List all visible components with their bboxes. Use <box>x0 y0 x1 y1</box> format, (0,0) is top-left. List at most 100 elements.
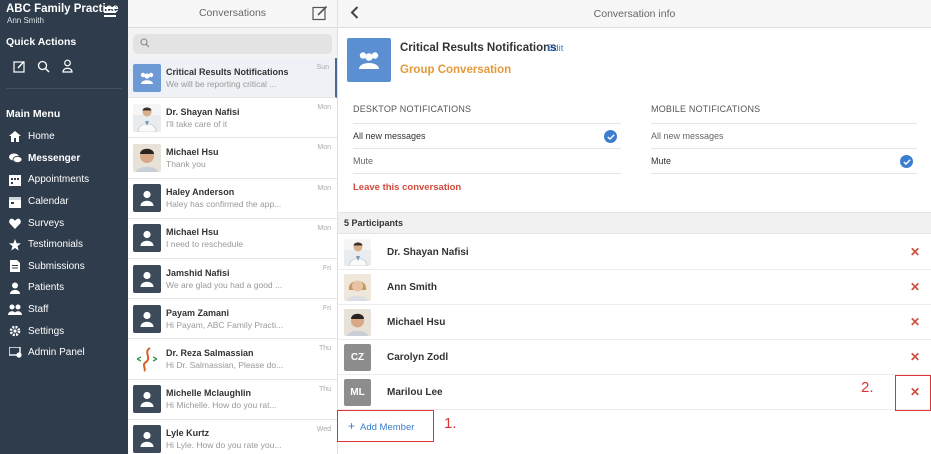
compose-icon[interactable] <box>312 5 328 21</box>
home-icon <box>8 130 22 144</box>
group-avatar <box>347 38 391 82</box>
option-label: All new messages <box>353 131 426 141</box>
menu-item-label: Patients <box>28 282 65 294</box>
conversations-header: Conversations <box>128 0 337 28</box>
avatar <box>133 103 161 132</box>
conversation-preview: Hi Lyle. How do you rate you... <box>166 440 282 451</box>
hamburger-menu-icon[interactable] <box>104 7 116 17</box>
remove-participant-icon[interactable]: ✕ <box>910 315 920 329</box>
staff-icon <box>8 303 22 317</box>
conversation-name: Michael Hsu <box>166 146 219 157</box>
menu-item-label: Surveys <box>28 217 65 229</box>
divider <box>6 88 122 89</box>
menu-item-staff[interactable]: Staff <box>0 299 128 321</box>
avatar <box>344 308 371 336</box>
search-icon[interactable] <box>33 55 53 77</box>
conversation-name: Critical Results Notifications <box>166 66 289 77</box>
participant-row: CZ Carolyn Zodl ✕ <box>338 340 931 375</box>
admin-icon <box>8 346 22 360</box>
conversation-item[interactable]: Michelle Mclaughlin Hi Michelle. How do … <box>128 379 337 420</box>
placeholder-avatar <box>133 385 161 414</box>
search-icon <box>140 38 150 51</box>
desktop-option-all-new[interactable]: All new messages <box>353 124 621 149</box>
leave-conversation-link[interactable]: Leave this conversation <box>353 182 621 193</box>
menu-item-calendar[interactable]: Calendar <box>0 191 128 213</box>
user-add-icon[interactable] <box>57 55 77 77</box>
chat-icon <box>8 151 22 165</box>
compose-icon[interactable] <box>9 55 29 77</box>
mobile-notifications-heading: MOBILE NOTIFICATIONS <box>651 104 917 124</box>
group-name: Critical Results Notifications <box>400 42 557 54</box>
initials-avatar: CZ <box>344 343 371 371</box>
remove-participant-icon[interactable]: ✕ <box>910 245 920 259</box>
mobile-option-all-new[interactable]: All new messages <box>651 124 917 149</box>
placeholder-avatar <box>133 264 161 293</box>
info-title: Conversation info <box>593 8 676 20</box>
menu-item-label: Calendar <box>28 196 69 208</box>
conversation-item[interactable]: Haley Anderson Haley has confirmed the a… <box>128 178 337 219</box>
initials-avatar: ML <box>344 378 371 406</box>
conversation-preview: I need to reschedule <box>166 239 244 250</box>
heart-icon <box>8 216 22 230</box>
option-label: All new messages <box>651 131 724 141</box>
annotation-box-add-member <box>337 410 434 442</box>
main-menu-title: Main Menu <box>6 108 61 120</box>
quick-actions-title: Quick Actions <box>6 36 77 48</box>
conversations-title: Conversations <box>198 7 267 19</box>
menu-item-admin-panel[interactable]: Admin Panel <box>0 342 128 364</box>
participant-name: Marilou Lee <box>387 386 443 398</box>
conversation-day: Sun <box>316 64 329 71</box>
conversation-day: Mon <box>317 144 331 152</box>
check-icon <box>604 130 617 143</box>
remove-participant-icon[interactable]: ✕ <box>910 280 920 294</box>
menu-item-settings[interactable]: Settings <box>0 320 128 342</box>
conversation-day: Wed <box>316 425 331 433</box>
desktop-notifications-heading: DESKTOP NOTIFICATIONS <box>353 104 621 124</box>
menu-item-home[interactable]: Home <box>0 126 128 148</box>
desktop-option-mute[interactable]: Mute <box>353 149 621 174</box>
menu-item-surveys[interactable]: Surveys <box>0 212 128 234</box>
conversation-item[interactable]: Dr. Reza Salmassian Hi Dr. Salmassian, P… <box>128 339 337 380</box>
conversation-item[interactable]: Payam Zamani Hi Payam, ABC Family Practi… <box>128 299 337 340</box>
document-icon <box>8 259 22 273</box>
conversation-name: Dr. Shayan Nafisi <box>166 106 240 117</box>
annotation-label-1: 1. <box>444 415 457 432</box>
conversation-name: Jamshid Nafisi <box>166 267 230 278</box>
conversation-preview: Thank you <box>166 158 206 169</box>
placeholder-avatar <box>133 425 161 454</box>
menu-item-testimonials[interactable]: Testimonials <box>0 234 128 256</box>
participant-name: Dr. Shayan Nafisi <box>387 246 469 258</box>
menu-item-submissions[interactable]: Submissions <box>0 256 128 278</box>
main-menu: Home Messenger Appointments Calendar Sur… <box>0 126 128 364</box>
conversation-item[interactable]: Michael Hsu Thank you Mon <box>128 138 337 179</box>
practice-name: ABC Family Practice <box>6 3 119 15</box>
remove-participant-icon[interactable]: ✕ <box>910 350 920 364</box>
conversation-item[interactable]: Michael Hsu I need to reschedule Mon <box>128 218 337 259</box>
conversation-item[interactable]: Critical Results Notifications We will b… <box>128 58 337 99</box>
conversation-preview: We will be reporting critical ... <box>166 78 277 89</box>
menu-item-patients[interactable]: Patients <box>0 277 128 299</box>
conversation-day: Thu <box>318 345 331 353</box>
placeholder-avatar <box>133 224 161 253</box>
conversation-name: Payam Zamani <box>166 307 230 318</box>
menu-item-label: Testimonials <box>28 239 84 251</box>
menu-item-messenger[interactable]: Messenger <box>0 148 128 170</box>
conversation-item[interactable]: Lyle Kurtz Hi Lyle. How do you rate you.… <box>128 419 337 454</box>
conversation-preview: Hi Dr. Salmassian, Please do... <box>166 359 284 370</box>
mobile-notifications: MOBILE NOTIFICATIONS All new messages Mu… <box>651 104 917 174</box>
conversation-name: Michelle Mclaughlin <box>166 388 252 399</box>
participant-name: Ann Smith <box>387 281 437 293</box>
search-input[interactable] <box>133 34 332 54</box>
mobile-option-mute[interactable]: Mute <box>651 149 917 174</box>
conversation-name: Lyle Kurtz <box>166 428 210 439</box>
conversation-day: Thu <box>318 385 331 393</box>
menu-item-appointments[interactable]: Appointments <box>0 169 128 191</box>
menu-item-label: Home <box>28 131 55 143</box>
option-label: Mute <box>651 156 672 166</box>
gear-icon <box>8 324 22 338</box>
edit-link[interactable]: Edit <box>547 43 563 54</box>
avatar <box>344 238 371 266</box>
conversation-item[interactable]: Dr. Shayan Nafisi I'll take care of it M… <box>128 98 337 139</box>
option-label: Mute <box>353 156 374 166</box>
conversation-item[interactable]: Jamshid Nafisi We are glad you had a goo… <box>128 258 337 300</box>
